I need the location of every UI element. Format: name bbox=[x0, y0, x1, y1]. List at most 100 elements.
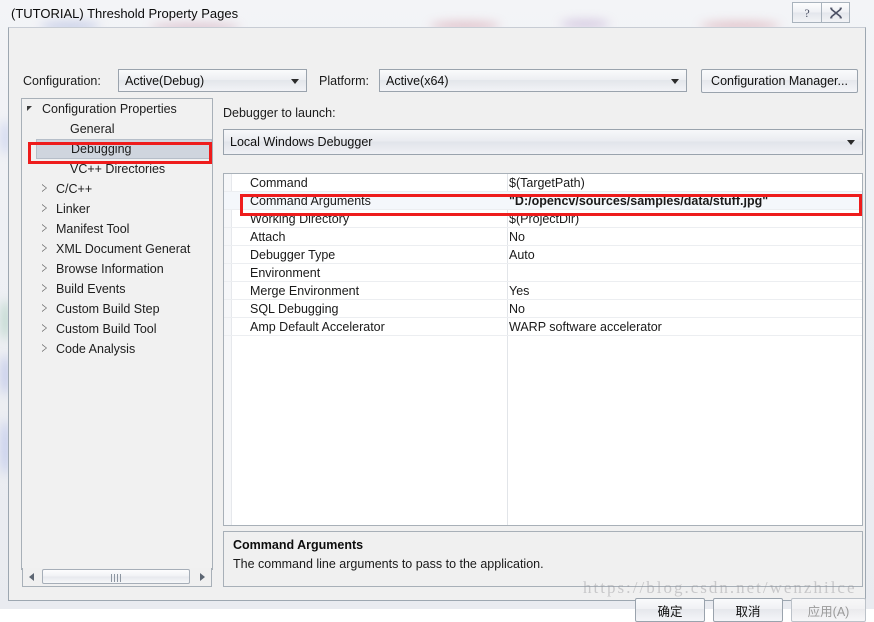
debugger-to-launch-label: Debugger to launch: bbox=[223, 106, 336, 120]
property-name: Command Arguments bbox=[250, 194, 371, 208]
property-value[interactable]: $(TargetPath) bbox=[509, 174, 585, 192]
tree-horizontal-scrollbar[interactable] bbox=[22, 568, 212, 587]
close-icon bbox=[829, 7, 842, 18]
property-value[interactable]: No bbox=[509, 300, 525, 318]
tree-item-label: XML Document Generat bbox=[56, 242, 191, 256]
svg-text:?: ? bbox=[804, 6, 809, 19]
tree-item-label: C/C++ bbox=[56, 182, 93, 196]
tree-item-custom-build-step[interactable]: Custom Build Step bbox=[36, 299, 212, 319]
tree-item-manifest-tool[interactable]: Manifest Tool bbox=[36, 219, 212, 239]
tree-item-debugging[interactable]: Debugging bbox=[36, 139, 212, 159]
property-name: Debugger Type bbox=[250, 248, 336, 262]
tree-item-build-events[interactable]: Build Events bbox=[36, 279, 212, 299]
property-row[interactable]: Debugger Type Auto bbox=[224, 246, 862, 264]
property-name: Working Directory bbox=[250, 212, 350, 226]
property-row[interactable]: Attach No bbox=[224, 228, 862, 246]
chevron-down-icon bbox=[671, 78, 679, 84]
tree-collapsed-arrow-icon[interactable] bbox=[36, 299, 54, 319]
tree-item-linker[interactable]: Linker bbox=[36, 199, 212, 219]
tree-item-custom-build-tool[interactable]: Custom Build Tool bbox=[36, 319, 212, 339]
tree-item-label: Browse Information bbox=[56, 262, 164, 276]
property-value[interactable]: Yes bbox=[509, 282, 529, 300]
property-row[interactable]: Command $(TargetPath) bbox=[224, 174, 862, 192]
scrollbar-grip-icon bbox=[111, 574, 121, 582]
property-name: Command bbox=[250, 176, 308, 190]
tree-item-label: Code Analysis bbox=[56, 342, 136, 356]
property-row[interactable]: Merge Environment Yes bbox=[224, 282, 862, 300]
property-value[interactable]: "D:/opencv/sources/samples/data/stuff.jp… bbox=[509, 192, 768, 210]
property-value[interactable]: WARP software accelerator bbox=[509, 318, 662, 336]
property-name: Attach bbox=[250, 230, 286, 244]
tree-item-label: General bbox=[70, 122, 115, 136]
tree-item-label: Debugging bbox=[71, 142, 132, 156]
tree-item-label: Linker bbox=[56, 202, 91, 216]
property-value[interactable]: Auto bbox=[509, 246, 535, 264]
close-button[interactable] bbox=[821, 2, 850, 23]
tree-collapsed-arrow-icon[interactable] bbox=[36, 199, 54, 219]
tree-item-configuration-properties[interactable]: Configuration Properties bbox=[22, 99, 212, 119]
property-row[interactable]: Amp Default Accelerator WARP software acc… bbox=[224, 318, 862, 336]
scroll-left-arrow-icon[interactable] bbox=[23, 568, 40, 585]
chevron-down-icon bbox=[291, 78, 299, 84]
apply-button-label: 应用(A) bbox=[807, 604, 850, 619]
tree-item-browse-information[interactable]: Browse Information bbox=[36, 259, 212, 279]
configuration-manager-button[interactable]: Configuration Manager... bbox=[701, 69, 858, 93]
cancel-button[interactable]: 取消 bbox=[713, 598, 783, 622]
platform-select-value: Active(x64) bbox=[386, 73, 449, 88]
property-value[interactable]: $(ProjectDir) bbox=[509, 210, 579, 228]
tree-item-label: VC++ Directories bbox=[70, 162, 166, 176]
tree-item-label: Build Events bbox=[56, 282, 126, 296]
property-row[interactable]: Working Directory $(ProjectDir) bbox=[224, 210, 862, 228]
configuration-select[interactable]: Active(Debug) bbox=[118, 69, 307, 92]
property-row[interactable]: Environment bbox=[224, 264, 862, 282]
title-bar: (TUTORIAL) Threshold Property Pages ? bbox=[0, 0, 874, 30]
platform-label: Platform: bbox=[319, 74, 370, 88]
tree-item-label: Custom Build Step bbox=[56, 302, 160, 316]
cancel-button-label: 取消 bbox=[735, 604, 761, 619]
property-grid[interactable]: Command $(TargetPath) Command Arguments "D:… bbox=[223, 173, 863, 526]
configuration-select-value: Active(Debug) bbox=[125, 73, 205, 88]
tree-item-xml-document-generat[interactable]: XML Document Generat bbox=[36, 239, 212, 259]
tree-collapsed-arrow-icon[interactable] bbox=[36, 219, 54, 239]
chevron-down-icon bbox=[847, 140, 855, 145]
tree-collapsed-arrow-icon[interactable] bbox=[36, 179, 54, 199]
debugger-to-launch-select[interactable]: Local Windows Debugger bbox=[223, 129, 863, 155]
configuration-label: Configuration: bbox=[23, 74, 101, 88]
tree-item-label: Manifest Tool bbox=[56, 222, 130, 236]
window-title: (TUTORIAL) Threshold Property Pages bbox=[11, 6, 239, 21]
platform-select[interactable]: Active(x64) bbox=[379, 69, 687, 92]
property-grid-rows: Command $(TargetPath) Command Arguments "D:… bbox=[224, 174, 862, 336]
scroll-right-arrow-icon[interactable] bbox=[194, 568, 211, 585]
tree-collapsed-arrow-icon[interactable] bbox=[36, 279, 54, 299]
debugger-to-launch-value: Local Windows Debugger bbox=[230, 135, 373, 149]
apply-button[interactable]: 应用(A) bbox=[791, 598, 866, 622]
dialog-client-area: Configuration: Active(Debug) Platform: A… bbox=[8, 27, 866, 622]
tree-collapsed-arrow-icon[interactable] bbox=[36, 339, 54, 359]
tree-collapsed-arrow-icon[interactable] bbox=[36, 319, 54, 339]
property-name: Environment bbox=[250, 266, 321, 280]
tree-collapsed-arrow-icon[interactable] bbox=[36, 259, 54, 279]
tree-item-general[interactable]: General bbox=[36, 119, 212, 139]
description-title: Command Arguments bbox=[233, 538, 364, 552]
tree-collapsed-arrow-icon[interactable] bbox=[36, 239, 54, 259]
tree-item-vc-directories[interactable]: VC++ Directories bbox=[36, 159, 212, 179]
tree-item-label: Configuration Properties bbox=[42, 102, 177, 116]
tree-item-code-analysis[interactable]: Code Analysis bbox=[36, 339, 212, 359]
property-name: SQL Debugging bbox=[250, 302, 339, 316]
configuration-manager-label: Configuration Manager... bbox=[711, 74, 848, 88]
description-text: The command line arguments to pass to th… bbox=[233, 557, 544, 571]
property-row[interactable]: Command Arguments "D:/opencv/sources/samp… bbox=[224, 192, 862, 210]
question-mark-icon: ? bbox=[804, 6, 809, 19]
ok-button-label: 确定 bbox=[657, 604, 683, 619]
ok-button[interactable]: 确定 bbox=[635, 598, 705, 622]
help-button[interactable]: ? bbox=[792, 2, 821, 23]
tree-expanded-arrow-icon[interactable] bbox=[22, 99, 40, 119]
property-pages-window: (TUTORIAL) Threshold Property Pages ? Co… bbox=[0, 0, 874, 622]
property-value[interactable]: No bbox=[509, 228, 525, 246]
property-name: Merge Environment bbox=[250, 284, 360, 298]
property-name: Amp Default Accelerator bbox=[250, 320, 385, 334]
property-row[interactable]: SQL Debugging No bbox=[224, 300, 862, 318]
configuration-properties-tree[interactable]: Configuration Properties General Debugging… bbox=[21, 98, 213, 570]
scrollbar-thumb[interactable] bbox=[42, 569, 190, 584]
tree-item-c-c[interactable]: C/C++ bbox=[36, 179, 212, 199]
